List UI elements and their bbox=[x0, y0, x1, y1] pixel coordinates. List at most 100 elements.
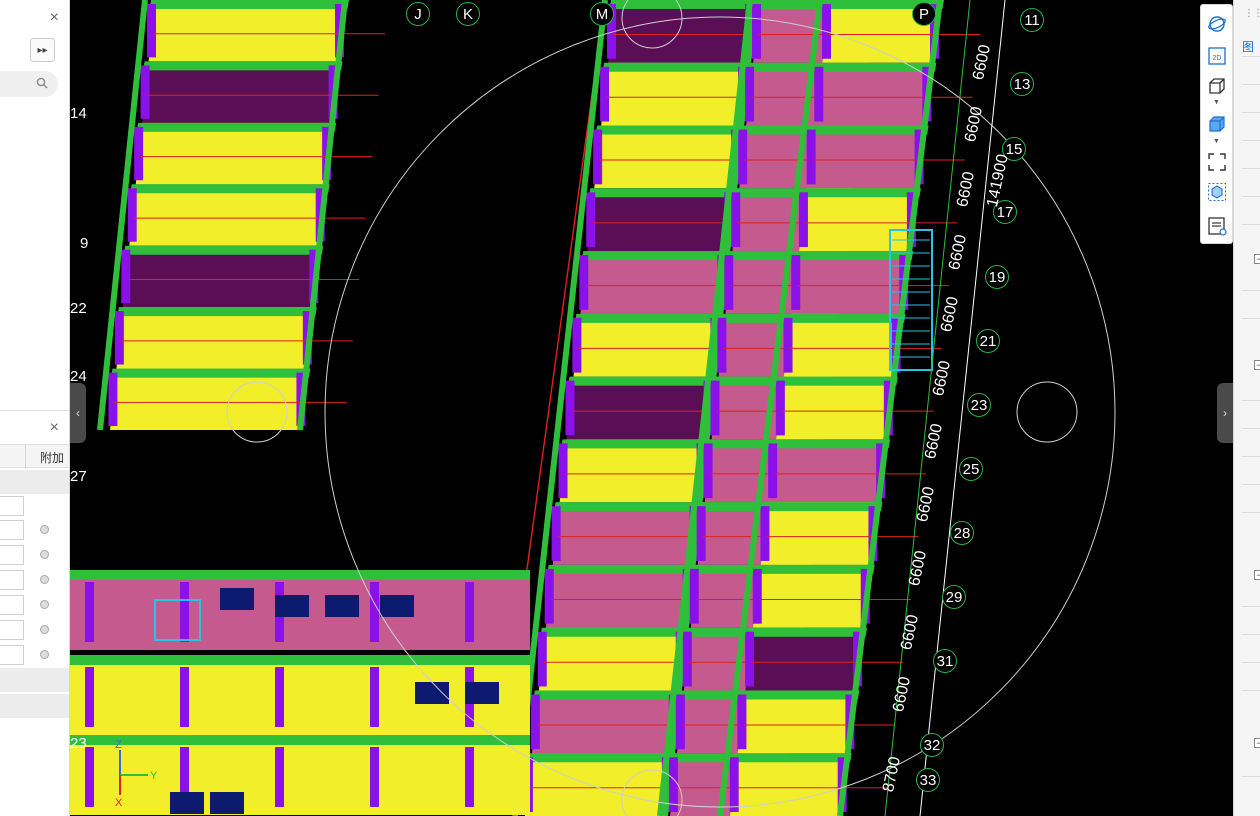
bottom-wing-column bbox=[85, 747, 94, 807]
search-input[interactable] bbox=[0, 71, 58, 97]
box-view-dropdown-icon[interactable]: ▼ bbox=[1213, 99, 1220, 106]
center-wing-beam bbox=[567, 376, 718, 386]
panel-divider bbox=[1242, 662, 1260, 663]
property-radio[interactable] bbox=[40, 550, 49, 559]
center-wing-bay bbox=[525, 753, 672, 816]
center-wing-column bbox=[537, 631, 547, 687]
grid-axis-bubble-top: K bbox=[456, 2, 480, 26]
right-wing-bay bbox=[768, 439, 887, 503]
view-2d-button[interactable]: 2D bbox=[1206, 45, 1228, 67]
collapse-left-panel-handle[interactable]: ‹ bbox=[70, 383, 86, 443]
property-radio[interactable] bbox=[40, 525, 49, 534]
right-wing-column bbox=[791, 255, 801, 310]
tab-drawing[interactable]: 图 bbox=[1242, 38, 1254, 55]
left-wing-column bbox=[147, 4, 156, 58]
property-value-input[interactable] bbox=[0, 545, 24, 565]
3d-model-viewport[interactable]: ZYX J K M P 11 13 15 17 19 21 23 25 28 29 31 32 33 6600 66… bbox=[70, 0, 1233, 816]
grid-row-number: 27 bbox=[70, 468, 87, 485]
right-wing-column bbox=[745, 631, 755, 687]
building-model-scene[interactable]: Z Y X bbox=[70, 0, 1233, 816]
bottom-wing-column bbox=[275, 747, 284, 807]
corridor-wing-column bbox=[703, 443, 713, 499]
panel-divider bbox=[1242, 400, 1260, 401]
property-radio[interactable] bbox=[40, 575, 49, 584]
view-2d-icon: 2D bbox=[1208, 47, 1226, 65]
panel-divider bbox=[1242, 224, 1260, 225]
collapse-right-panel-handle[interactable]: › bbox=[1217, 383, 1233, 443]
panel-divider bbox=[1242, 456, 1260, 457]
properties-button[interactable] bbox=[1206, 215, 1228, 237]
center-wing-bay bbox=[587, 188, 735, 252]
panel-grip-icon[interactable]: ⋮⋮ bbox=[1244, 8, 1260, 19]
center-wing-bay bbox=[531, 690, 679, 754]
corridor-wing-column bbox=[724, 255, 734, 310]
box-view-button[interactable] bbox=[1206, 75, 1228, 97]
bottom-wing-column bbox=[370, 582, 379, 642]
property-value-input[interactable] bbox=[0, 520, 24, 540]
property-value-input[interactable] bbox=[0, 595, 24, 615]
right-wing-beam bbox=[762, 502, 883, 512]
fit-frame-button[interactable] bbox=[1206, 151, 1228, 173]
collapse-group-button[interactable]: − bbox=[1254, 254, 1260, 264]
corridor-wing-column bbox=[717, 317, 727, 373]
right-wing-bay bbox=[753, 564, 871, 628]
navigation-handle-circle bbox=[1016, 381, 1078, 443]
isolate-button[interactable] bbox=[1206, 181, 1228, 203]
center-wing-column bbox=[579, 255, 589, 310]
right-wing-column bbox=[775, 380, 785, 436]
orbit-icon bbox=[1208, 16, 1226, 32]
expand-panel-button[interactable]: ▸▸ bbox=[30, 38, 55, 62]
solid-view-button[interactable] bbox=[1206, 113, 1228, 135]
panel-divider bbox=[1242, 606, 1260, 607]
property-radio[interactable] bbox=[40, 600, 49, 609]
bottom-wing-beam bbox=[70, 735, 530, 745]
property-radio[interactable] bbox=[40, 625, 49, 634]
grid-row-number: 9 bbox=[80, 235, 89, 252]
window-panel bbox=[220, 588, 254, 610]
window-panel bbox=[415, 682, 449, 704]
grid-axis-bubble-top: J bbox=[406, 2, 430, 26]
bottom-wing-column bbox=[465, 582, 474, 642]
grid-axis-bubble-right: 11 bbox=[1020, 8, 1044, 32]
center-wing-beam bbox=[574, 313, 725, 323]
property-value-input[interactable] bbox=[0, 620, 24, 640]
lower-panel-close-button[interactable]: × bbox=[50, 420, 59, 436]
center-wing-beam bbox=[588, 188, 739, 198]
bottom-wing-beam bbox=[70, 570, 530, 580]
center-wing-column bbox=[530, 694, 540, 750]
collapse-group-button[interactable]: − bbox=[1254, 738, 1260, 748]
property-row bbox=[0, 494, 69, 519]
bottom-wing-bay bbox=[70, 655, 530, 735]
panel-divider bbox=[1242, 168, 1260, 169]
left-wing-column bbox=[127, 188, 137, 242]
grid-axis-bubble-right: 19 bbox=[985, 265, 1009, 289]
view-toolbar: 2D ▼ ▼ bbox=[1200, 4, 1233, 244]
dimension-line bbox=[919, 0, 1006, 816]
window-panel bbox=[275, 595, 309, 617]
center-wing-beam bbox=[609, 0, 759, 9]
app-window: × ▸▸ × 附加 ZYX J K M P 11 13 15 17 19 21 23 25 28 29 31… bbox=[0, 0, 1260, 816]
property-value-input[interactable] bbox=[0, 645, 24, 665]
property-row bbox=[0, 618, 69, 643]
panel-close-button[interactable]: × bbox=[50, 10, 59, 26]
right-wing-column bbox=[760, 506, 770, 561]
left-wing-column bbox=[114, 311, 124, 365]
property-radio[interactable] bbox=[40, 650, 49, 659]
bottom-wing-column bbox=[180, 667, 189, 727]
collapse-group-button[interactable]: − bbox=[1254, 360, 1260, 370]
center-wing-beam bbox=[533, 690, 683, 700]
center-wing-beam bbox=[547, 564, 697, 574]
solid-view-dropdown-icon[interactable]: ▼ bbox=[1213, 138, 1220, 145]
bottom-wing-column bbox=[465, 747, 474, 807]
center-wing-column bbox=[572, 317, 582, 373]
property-group-row bbox=[0, 668, 69, 692]
center-wing-bay bbox=[566, 376, 714, 440]
collapse-group-button[interactable]: − bbox=[1254, 570, 1260, 580]
center-wing-bay bbox=[594, 125, 742, 189]
orbit-view-button[interactable] bbox=[1206, 13, 1228, 35]
box-view-icon bbox=[1209, 78, 1225, 94]
property-value-input[interactable] bbox=[0, 496, 24, 516]
grid-axis-bubble-right: 13 bbox=[1010, 72, 1034, 96]
property-value-input[interactable] bbox=[0, 570, 24, 590]
center-wing-beam bbox=[540, 627, 690, 637]
